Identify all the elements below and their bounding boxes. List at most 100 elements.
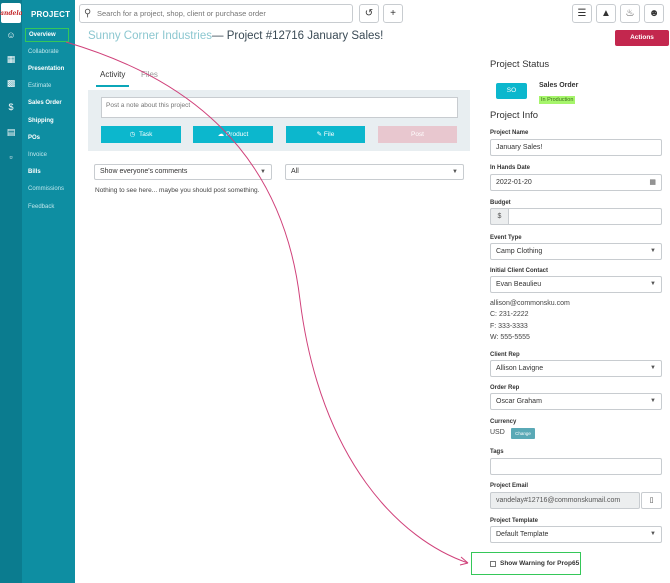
prop65-label: Show Warning for Prop65 <box>500 560 580 567</box>
app-window: Vandelay ☺ ▦ ▩ $ ▤ ▫ PROJECT Overview Co… <box>0 0 670 583</box>
nav-item-overview[interactable]: Overview <box>25 28 69 42</box>
event-type-value: Camp Clothing <box>496 248 543 255</box>
client-rep-select[interactable]: Allison Lavigne ▼ <box>490 360 662 377</box>
chevron-down-icon: ▼ <box>650 531 656 537</box>
contact-cell: C: 231-2222 <box>490 311 529 318</box>
tab-files[interactable]: Files <box>141 70 158 79</box>
search-input[interactable] <box>97 7 347 20</box>
project-email-label: Project Email <box>490 483 529 489</box>
cloud-icon: ☁ <box>217 131 225 138</box>
project-title: — Project #12716 January Sales! <box>212 30 384 42</box>
calculator-icon[interactable]: ▩ <box>5 77 17 89</box>
task-label: Task <box>138 131 153 138</box>
trash-icon: ▯ <box>649 497 654 504</box>
tags-input[interactable] <box>490 458 662 475</box>
order-rep-select[interactable]: Oscar Graham ▼ <box>490 393 662 410</box>
users-icon[interactable]: ☺ <box>5 29 17 41</box>
project-email-field: vandelay#12716@commonskumail.com <box>490 492 640 509</box>
currency-label: Currency <box>490 419 517 425</box>
project-status-heading: Project Status <box>490 59 550 70</box>
nav-item-bills[interactable]: Bills <box>28 169 41 175</box>
graduation-cap-icon: ▲ <box>601 8 611 19</box>
chevron-down-icon: ▼ <box>650 248 656 254</box>
tab-activity[interactable]: Activity <box>100 70 125 79</box>
global-search: ⚲ <box>79 4 353 23</box>
order-rep-label: Order Rep <box>490 385 520 391</box>
profile-button[interactable]: ☻ <box>644 4 664 23</box>
order-rep-value: Oscar Graham <box>496 398 542 405</box>
comments-filter-select[interactable]: Show everyone's comments ▼ <box>94 164 272 180</box>
type-filter-select[interactable]: All ▼ <box>285 164 464 180</box>
tags-label: Tags <box>490 449 504 455</box>
nav-item-commissions[interactable]: Commissions <box>28 186 64 192</box>
nav-item-pos[interactable]: POs <box>28 135 40 141</box>
company-logo[interactable]: Vandelay <box>0 3 26 23</box>
dollar-icon[interactable]: $ <box>5 101 17 113</box>
copy-email-button[interactable]: ▯ <box>641 492 662 509</box>
file-button[interactable]: ✎ File <box>286 126 365 143</box>
add-button[interactable]: + <box>383 4 403 23</box>
project-template-value: Default Template <box>496 531 549 538</box>
client-rep-label: Client Rep <box>490 352 520 358</box>
sliders-icon: ☰ <box>577 8 587 19</box>
client-contact-value: Evan Beaulieu <box>496 281 542 288</box>
project-name-label: Project Name <box>490 130 529 136</box>
contact-fax: F: 333-3333 <box>490 323 528 330</box>
product-button[interactable]: ☁ Product <box>193 126 273 143</box>
change-currency-button[interactable]: Change <box>511 428 535 439</box>
clock-icon: ◷ <box>129 131 136 138</box>
product-label: Product <box>225 131 249 138</box>
status-badge: In Production <box>539 96 576 104</box>
nav-item-invoice[interactable]: Invoice <box>28 152 47 158</box>
budget-label: Budget <box>490 200 511 206</box>
nav-title: PROJECT <box>31 10 71 19</box>
actions-button[interactable]: Actions <box>615 30 669 46</box>
settings-button[interactable]: ☰ <box>572 4 592 23</box>
plus-icon: + <box>390 8 396 19</box>
sales-order-badge[interactable]: SO <box>496 83 527 99</box>
post-button[interactable]: Post <box>378 126 457 143</box>
chevron-down-icon: ▼ <box>650 398 656 404</box>
nav-item-collaborate[interactable]: Collaborate <box>28 49 59 55</box>
in-hands-date-label: In Hands Date <box>490 165 531 171</box>
contact-email: allison@commonsku.com <box>490 300 570 307</box>
project-name-input[interactable]: January Sales! <box>490 139 662 156</box>
event-type-select[interactable]: Camp Clothing ▼ <box>490 243 662 260</box>
notifications-button[interactable]: ♨ <box>620 4 640 23</box>
project-template-label: Project Template <box>490 518 538 524</box>
client-contact-select[interactable]: Evan Beaulieu ▼ <box>490 276 662 293</box>
learn-button[interactable]: ▲ <box>596 4 616 23</box>
nav-item-sales-order[interactable]: Sales Order <box>28 100 62 106</box>
in-hands-date-value: 2022-01-20 <box>496 179 532 186</box>
book-icon[interactable]: ▫ <box>5 151 17 163</box>
chevron-down-icon: ▼ <box>650 281 656 287</box>
currency-value: USD <box>490 429 505 436</box>
budget-input[interactable] <box>490 208 662 225</box>
project-template-select[interactable]: Default Template ▼ <box>490 526 662 543</box>
building-icon[interactable]: ▤ <box>5 126 17 138</box>
task-button[interactable]: ◷ Task <box>101 126 181 143</box>
client-contact-label: Initial Client Contact <box>490 268 549 274</box>
project-nav: PROJECT Overview Collaborate Presentatio… <box>22 0 75 583</box>
empty-activity-message: Nothing to see here... maybe you should … <box>95 187 260 194</box>
active-tab-indicator <box>96 85 129 87</box>
client-name-link[interactable]: Sunny Corner Industries <box>88 30 212 42</box>
prop65-checkbox[interactable] <box>490 561 496 567</box>
client-rep-value: Allison Lavigne <box>496 365 544 372</box>
history-button[interactable]: ↺ <box>359 4 379 23</box>
nav-item-estimate[interactable]: Estimate <box>28 83 51 89</box>
chart-icon[interactable]: ▦ <box>5 53 17 65</box>
comments-filter-value: Show everyone's comments <box>100 168 188 175</box>
chevron-down-icon: ▼ <box>452 169 458 175</box>
note-input[interactable] <box>101 97 458 118</box>
in-hands-date-input[interactable]: 2022-01-20 ▦ <box>490 174 662 191</box>
icon-rail: Vandelay ☺ ▦ ▩ $ ▤ ▫ <box>0 0 26 583</box>
nav-item-feedback[interactable]: Feedback <box>28 204 54 210</box>
user-icon: ☻ <box>648 8 660 19</box>
chevron-down-icon: ▼ <box>650 365 656 371</box>
calendar-icon[interactable]: ▦ <box>649 175 656 190</box>
chevron-down-icon: ▼ <box>260 169 266 175</box>
nav-item-shipping[interactable]: Shipping <box>28 118 54 124</box>
nav-item-presentation[interactable]: Presentation <box>28 66 64 72</box>
contact-work: W: 555-5555 <box>490 334 530 341</box>
